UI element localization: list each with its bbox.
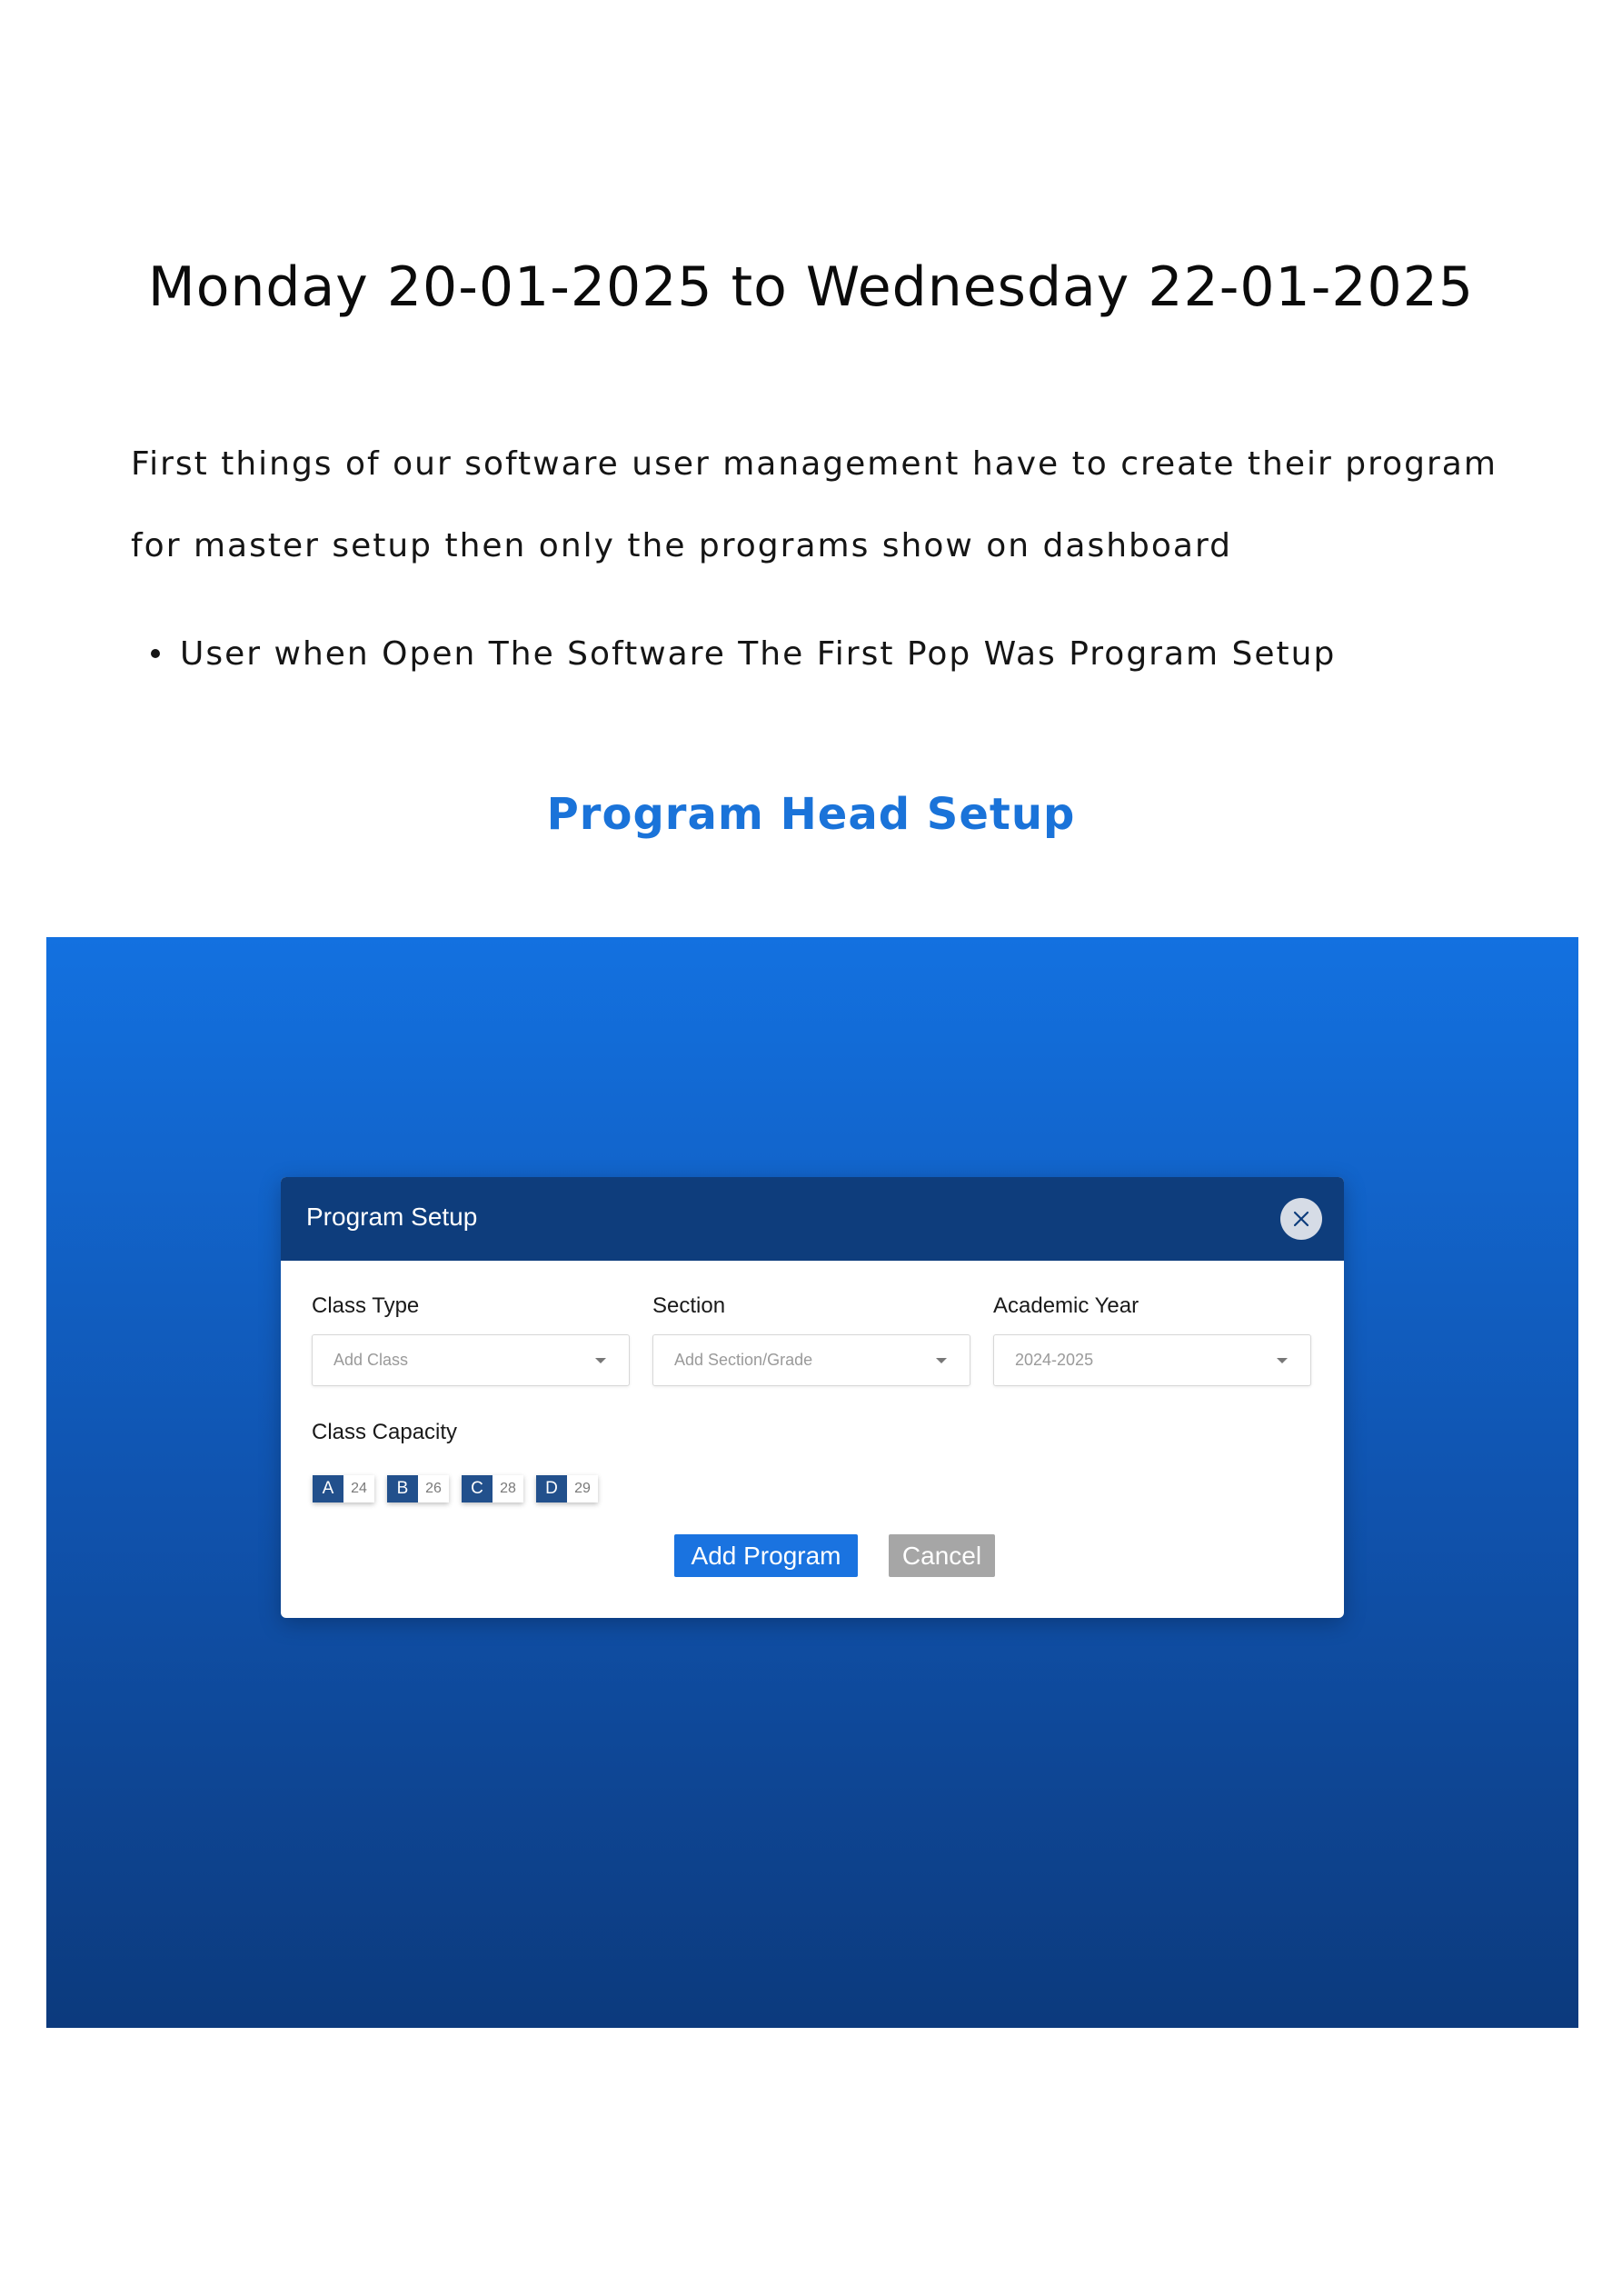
bullet-list: User when Open The Software The First Po… [0, 627, 1334, 682]
capacity-letter: B [387, 1475, 418, 1502]
class-capacity-label: Class Capacity [312, 1420, 458, 1444]
academic-year-select[interactable]: 2024-2025 [993, 1334, 1311, 1386]
page-heading: Monday 20-01-2025 to Wednesday 22-01-202… [147, 255, 1475, 319]
chevron-down-icon [1277, 1358, 1288, 1363]
capacity-count: 28 [493, 1475, 523, 1502]
chevron-down-icon [936, 1358, 947, 1363]
bullet-text: User when Open The Software The First Po… [180, 635, 1337, 673]
close-icon [1293, 1211, 1309, 1227]
capacity-count: 26 [418, 1475, 449, 1502]
program-setup-modal: Program Setup Class Type Add Class Secti… [281, 1177, 1344, 1618]
capacity-count: 24 [343, 1475, 374, 1502]
modal-title: Program Setup [306, 1203, 478, 1231]
close-button[interactable] [1280, 1198, 1322, 1240]
class-type-placeholder: Add Class [333, 1351, 409, 1369]
capacity-letter: D [536, 1475, 567, 1502]
capacity-letter: A [313, 1475, 343, 1502]
modal-header: Program Setup [281, 1177, 1344, 1261]
add-program-button[interactable]: Add Program [674, 1534, 858, 1577]
capacity-chip-a[interactable]: A 24 [313, 1475, 374, 1502]
academic-year-label: Academic Year [993, 1293, 1139, 1318]
academic-year-value: 2024-2025 [1015, 1351, 1094, 1369]
section-placeholder: Add Section/Grade [674, 1351, 813, 1369]
intro-paragraph: First things of our software user manage… [131, 445, 1498, 564]
section-label: Section [652, 1293, 726, 1318]
class-type-select[interactable]: Add Class [312, 1334, 630, 1386]
class-type-label: Class Type [312, 1293, 420, 1318]
cancel-button[interactable]: Cancel [889, 1534, 995, 1577]
capacity-chip-d[interactable]: D 29 [536, 1475, 598, 1502]
capacity-letter: C [462, 1475, 493, 1502]
capacity-chip-c[interactable]: C 28 [462, 1475, 523, 1502]
bullet-item: User when Open The Software The First Po… [151, 627, 1337, 682]
capacity-chip-b[interactable]: B 26 [387, 1475, 449, 1502]
section-select[interactable]: Add Section/Grade [652, 1334, 970, 1386]
program-setup-screenshot: Program Setup Class Type Add Class Secti… [46, 937, 1578, 2028]
bullet-dot-icon [151, 649, 160, 658]
capacity-count: 29 [567, 1475, 598, 1502]
chevron-down-icon [595, 1358, 606, 1363]
section-subheading: Program Head Setup [546, 789, 1076, 840]
